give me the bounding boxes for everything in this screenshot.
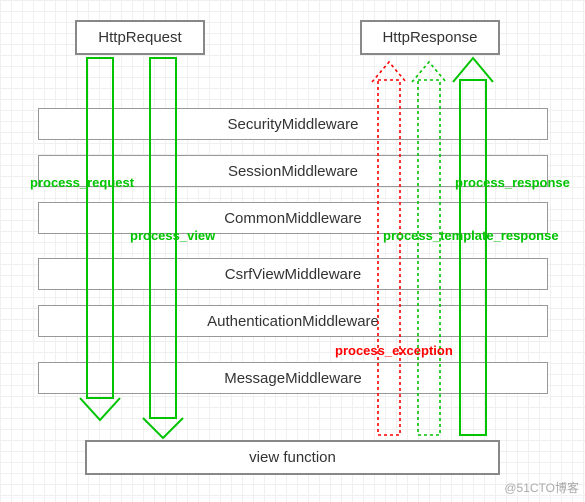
arrows-layer <box>0 0 585 502</box>
http-request-box: HttpRequest <box>75 20 205 55</box>
http-response-box: HttpResponse <box>360 20 500 55</box>
middleware-label: AuthenticationMiddleware <box>207 313 379 330</box>
process-response-label: process_response <box>455 175 570 190</box>
middleware-row: CsrfViewMiddleware <box>38 258 548 290</box>
watermark: @51CTO博客 <box>504 479 579 496</box>
middleware-row: MessageMiddleware <box>38 362 548 394</box>
middleware-label: SecurityMiddleware <box>228 116 359 133</box>
process-exception-label: process_exception <box>335 343 453 358</box>
http-response-label: HttpResponse <box>382 29 477 46</box>
middleware-label: CommonMiddleware <box>224 210 362 227</box>
middleware-label: SessionMiddleware <box>228 163 358 180</box>
view-function-label: view function <box>249 449 336 466</box>
process-request-label: process_request <box>30 175 134 190</box>
process-view-label: process_view <box>130 228 215 243</box>
process-template-response-label: process_template_response <box>383 228 559 243</box>
http-request-label: HttpRequest <box>98 29 181 46</box>
middleware-label: CsrfViewMiddleware <box>225 266 361 283</box>
middleware-row: SecurityMiddleware <box>38 108 548 140</box>
view-function-box: view function <box>85 440 500 475</box>
middleware-label: MessageMiddleware <box>224 370 362 387</box>
middleware-row: AuthenticationMiddleware <box>38 305 548 337</box>
